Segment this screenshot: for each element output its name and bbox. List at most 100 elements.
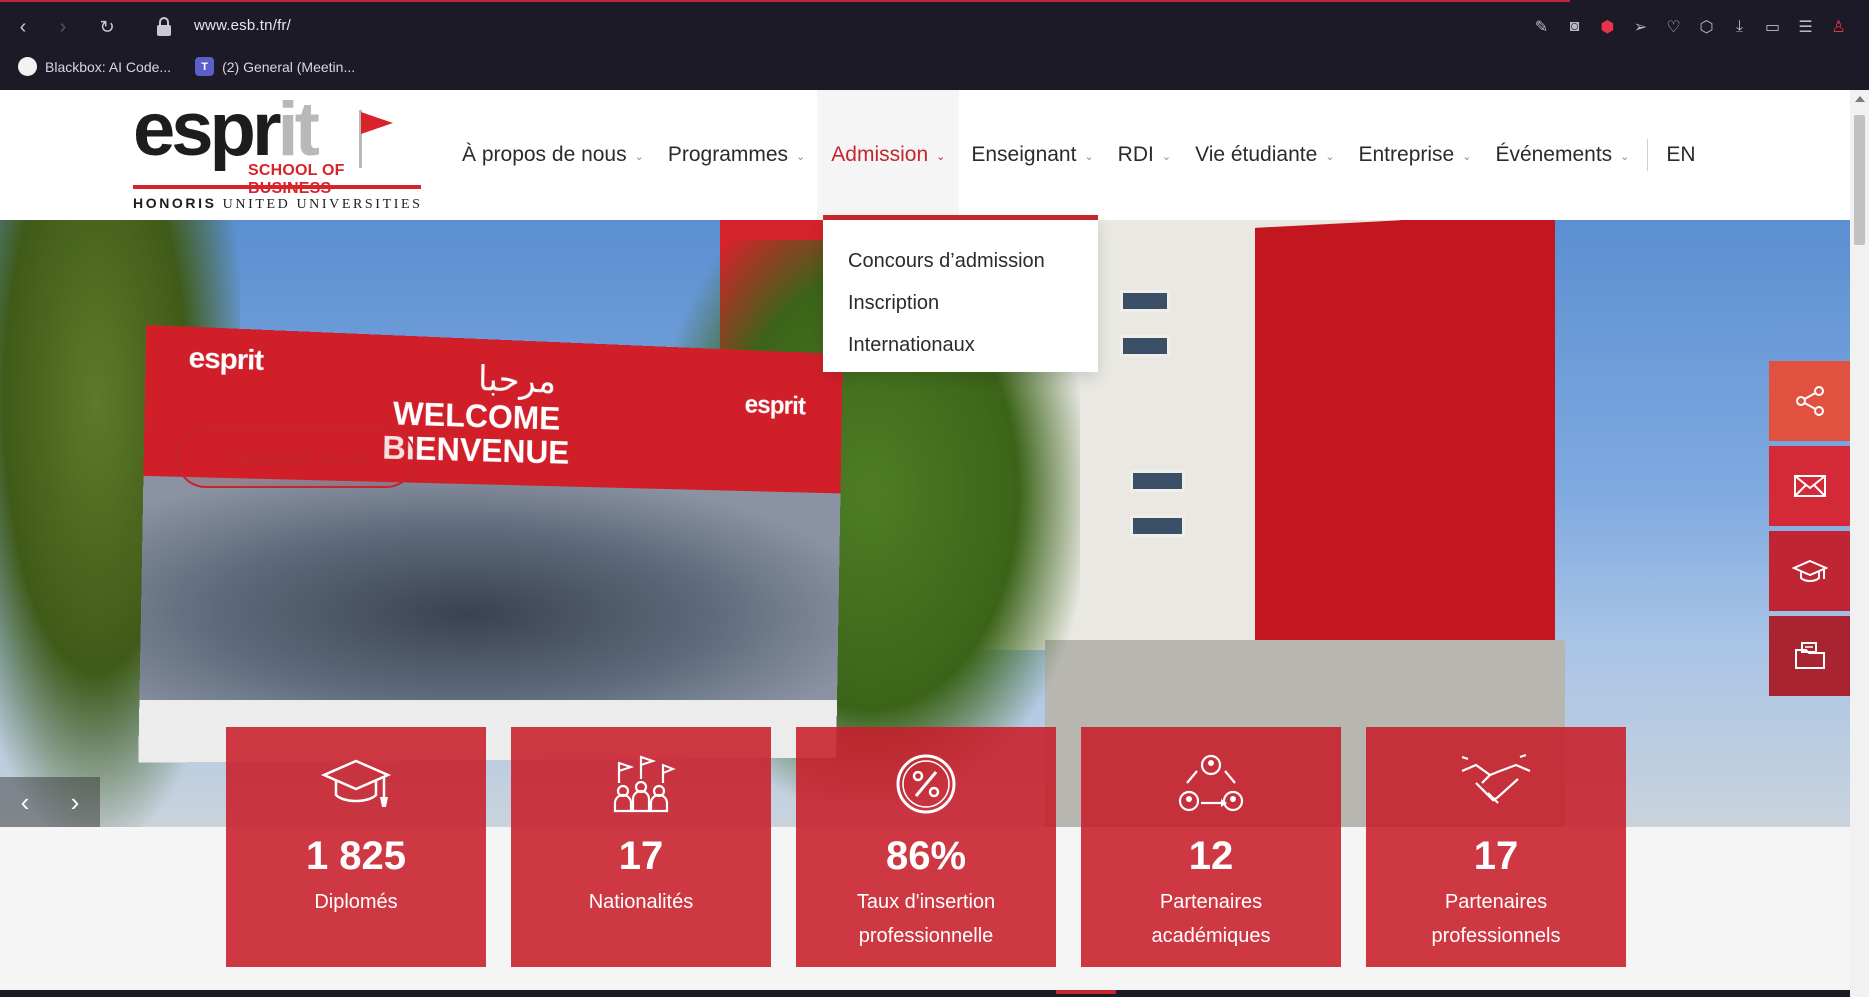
bottom-strip	[0, 990, 1850, 997]
stat-label: Diplomés	[314, 891, 398, 913]
heart-icon[interactable]: ♡	[1657, 14, 1690, 40]
chevron-down-icon: ⌄	[1084, 150, 1094, 163]
stat-number: 12	[1188, 834, 1234, 878]
menu-label: Enseignant	[971, 143, 1077, 166]
billboard-brand-right: esprit	[744, 388, 806, 421]
share-button[interactable]	[1769, 361, 1850, 441]
hero-window	[1130, 515, 1185, 537]
dropdown-item-internationaux[interactable]: Internationaux	[848, 324, 1073, 366]
billboard-brand-left: esprit	[188, 341, 264, 377]
graduation-cap-icon	[320, 753, 392, 815]
profile-icon[interactable]: ♙	[1822, 14, 1855, 40]
stat-number: 86%	[885, 834, 967, 878]
active-tab-indicator	[0, 0, 1570, 2]
menu-divider	[1647, 139, 1649, 171]
dropdown-item-inscription[interactable]: Inscription	[848, 282, 1073, 324]
stat-label: Partenaires académiques	[1151, 891, 1271, 947]
chevron-down-icon: ⌄	[1620, 150, 1630, 163]
slider-prev-button[interactable]: ‹	[0, 777, 50, 827]
teams-icon: T	[195, 57, 215, 76]
scroll-thumb[interactable]	[1854, 115, 1865, 245]
scroll-up-arrow[interactable]	[1855, 96, 1865, 102]
documents-button[interactable]	[1769, 616, 1850, 696]
side-action-bar	[1769, 361, 1850, 701]
bookmark-blackbox[interactable]: Blackbox: AI Code...	[18, 57, 171, 76]
menu-label: Admission	[831, 143, 929, 166]
menu-item-entreprise[interactable]: Entreprise ⌄	[1347, 90, 1484, 220]
chevron-down-icon: ⌄	[936, 150, 946, 163]
send-icon[interactable]: ➢	[1624, 14, 1657, 40]
hero-window	[1130, 470, 1185, 492]
billboard-photo	[139, 475, 841, 701]
bookmark-teams[interactable]: T (2) General (Meetin...	[195, 57, 355, 76]
forward-button[interactable]: ›	[50, 14, 76, 40]
chevron-down-icon: ⌄	[1462, 150, 1472, 163]
mail-button[interactable]	[1769, 446, 1850, 526]
sliders-icon[interactable]: ☰	[1789, 14, 1822, 40]
inscrivez-vous-button[interactable]: Inscrivez-vous	[176, 428, 416, 488]
edit-icon[interactable]: ✎	[1525, 14, 1558, 40]
menu-item-enseignant[interactable]: Enseignant ⌄	[959, 90, 1105, 220]
stat-number: 1 825	[305, 834, 407, 878]
menu-item-admission[interactable]: Admission ⌄	[817, 90, 960, 220]
camera-icon[interactable]: ◙	[1558, 14, 1591, 40]
site-header: esprit SCHOOL OF BUSINESS HONORIS UNITED…	[0, 90, 1850, 220]
billboard-arabic: مرحبا	[477, 358, 557, 402]
page-scrollbar[interactable]	[1850, 90, 1869, 997]
stat-number: 17	[618, 834, 664, 878]
chevron-down-icon: ⌄	[1325, 150, 1335, 163]
menu-item-evenements[interactable]: Événements ⌄	[1483, 90, 1641, 220]
download-icon[interactable]: ⤓	[1723, 14, 1756, 40]
dropdown-item-concours[interactable]: Concours d’admission	[848, 240, 1073, 282]
menu-label: RDI	[1117, 143, 1154, 166]
bottom-indicator	[1056, 990, 1116, 994]
browser-chrome: ‹ › ↻ www.esb.tn/fr/ ✎ ◙ ⬢ ➢ ♡ ⬡ ⤓ ▭ ☰ ♙…	[0, 0, 1869, 90]
stat-card-partenaires-professionnels: 17 Partenaires professionnels	[1366, 727, 1626, 967]
stats-row: 1 825 Diplomés 17 Nationalités 86% Taux …	[226, 727, 1626, 967]
reload-button[interactable]: ↻	[94, 14, 120, 40]
logo-honoris-rest: UNITED UNIVERSITIES	[216, 197, 423, 212]
flags-people-icon	[605, 753, 677, 815]
menu-item-vie-etudiante[interactable]: Vie étudiante ⌄	[1183, 90, 1346, 220]
main-menu: À propos de nous ⌄ Programmes ⌄ Admission ⌄…	[450, 90, 1708, 220]
chevron-down-icon: ⌄	[796, 150, 806, 163]
logo-wordmark: esprit	[133, 92, 320, 168]
stat-card-insertion: 86% Taux d'insertion professionnelle	[796, 727, 1056, 967]
graduation-button[interactable]	[1769, 531, 1850, 611]
stat-card-partenaires-academiques: 12 Partenaires académiques	[1081, 727, 1341, 967]
menu-item-programmes[interactable]: Programmes ⌄	[656, 90, 817, 220]
menu-label: Programmes	[667, 143, 789, 166]
stat-label: Partenaires professionnels	[1431, 891, 1561, 947]
battery-icon[interactable]: ▭	[1756, 14, 1789, 40]
cube-icon[interactable]: ⬡	[1690, 14, 1723, 40]
network-people-icon	[1175, 753, 1247, 815]
documents-icon	[1794, 642, 1825, 669]
mail-icon	[1793, 475, 1826, 497]
graduation-cap-icon	[1791, 559, 1828, 582]
menu-label: Événements	[1495, 143, 1613, 166]
logo-school-text: SCHOOL OF BUSINESS	[248, 162, 345, 197]
logo-rule	[133, 185, 421, 189]
welcome-billboard: esprit esprit مرحبا WELCOME BIENVENUE	[138, 324, 843, 763]
logo-word-accent: it	[277, 87, 320, 172]
shield-icon[interactable]: ⬢	[1591, 14, 1624, 40]
tab-strip	[0, 0, 1869, 2]
lock-icon	[155, 16, 173, 38]
menu-item-rdi[interactable]: RDI ⌄	[1106, 90, 1183, 220]
logo-honoris-text: HONORIS UNITED UNIVERSITIES	[133, 195, 423, 213]
menu-label: Entreprise	[1358, 143, 1455, 166]
hero-window	[1120, 290, 1170, 312]
slider-next-button[interactable]: ›	[50, 777, 100, 827]
esprit-logo[interactable]: esprit SCHOOL OF BUSINESS HONORIS UNITED…	[133, 92, 423, 213]
bookmark-label: (2) General (Meetin...	[222, 58, 356, 75]
menu-item-a-propos[interactable]: À propos de nous ⌄	[450, 90, 656, 220]
back-button[interactable]: ‹	[10, 14, 36, 40]
bookmarks-bar: Blackbox: AI Code... T (2) General (Meet…	[18, 57, 355, 76]
stat-card-diplomes: 1 825 Diplomés	[226, 727, 486, 967]
blackbox-icon	[18, 57, 37, 76]
address-bar[interactable]: www.esb.tn/fr/	[194, 17, 291, 34]
percent-icon	[890, 753, 962, 815]
stat-number: 17	[1473, 834, 1519, 878]
logo-flag	[361, 112, 393, 134]
language-switch[interactable]: EN	[1654, 143, 1707, 167]
